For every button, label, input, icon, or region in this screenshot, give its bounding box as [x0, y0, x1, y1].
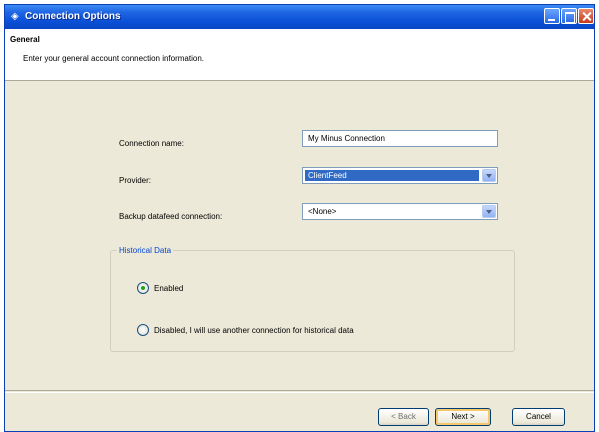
footer-divider [5, 392, 594, 393]
backup-connection-label: Backup datafeed connection: [119, 212, 223, 221]
wizard-header: General Enter your general account conne… [5, 29, 594, 81]
radio-selected-dot [141, 286, 145, 290]
back-button[interactable]: < Back [378, 408, 429, 426]
provider-label: Provider: [119, 176, 152, 185]
minimize-icon[interactable] [544, 8, 560, 24]
provider-select[interactable]: ClientFeed [302, 167, 498, 184]
historical-data-group: Historical Data Enabled Disabled, I will… [110, 245, 515, 352]
form-area: Connection name: My Minus Connection Pro… [5, 82, 594, 390]
backup-connection-select[interactable]: <None> [302, 203, 498, 220]
backup-selected-value: <None> [308, 207, 337, 216]
maximize-icon[interactable] [561, 8, 577, 24]
app-icon: ◈ [11, 11, 19, 22]
window-title: Connection Options [25, 11, 121, 22]
title-bar[interactable]: ◈ Connection Options [5, 5, 594, 29]
connection-name-label: Connection name: [119, 139, 184, 148]
next-button[interactable]: Next > [435, 408, 491, 426]
page-title: General [10, 35, 40, 44]
enabled-radio-label[interactable]: Enabled [154, 283, 183, 294]
connection-name-input[interactable]: My Minus Connection [302, 130, 498, 147]
cancel-button[interactable]: Cancel [512, 408, 565, 426]
radio-icon[interactable] [137, 324, 149, 336]
historical-data-legend: Historical Data [117, 245, 174, 256]
button-bar: < Back Next > Cancel [5, 390, 594, 431]
dropdown-arrow-icon[interactable] [482, 205, 496, 218]
dropdown-arrow-icon[interactable] [482, 169, 496, 182]
radio-icon[interactable] [137, 282, 149, 294]
page-subtitle: Enter your general account connection in… [23, 54, 204, 63]
provider-selected-value: ClientFeed [305, 170, 479, 181]
connection-options-dialog: ◈ Connection Options General Enter your … [4, 4, 595, 432]
close-icon[interactable] [578, 8, 594, 24]
disabled-radio-label[interactable]: Disabled, I will use another connection … [154, 325, 354, 336]
